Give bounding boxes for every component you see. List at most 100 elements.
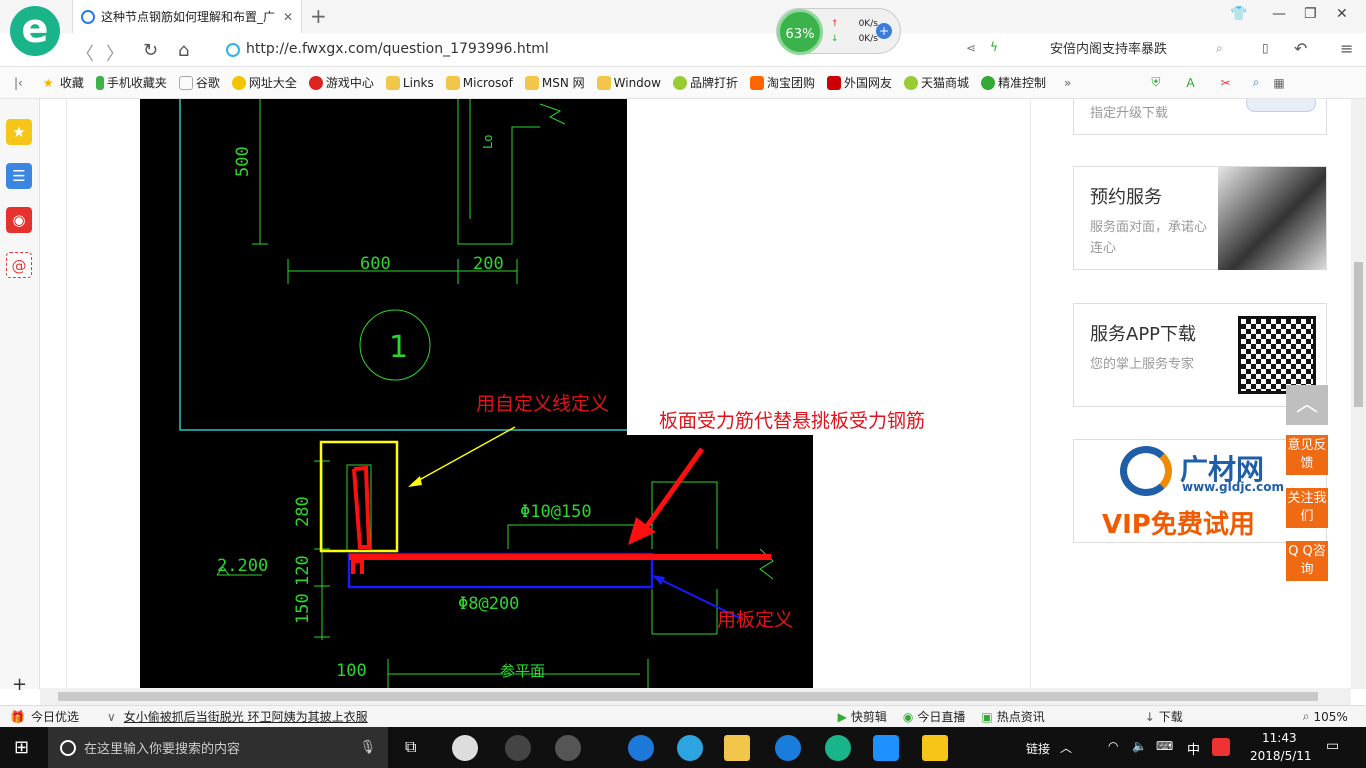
translate-icon[interactable]: A — [1186, 76, 1194, 90]
download-link[interactable]: 下载 — [1159, 708, 1183, 725]
upgrade-toggle[interactable] — [1246, 99, 1316, 112]
bookmark-item[interactable]: 谷歌 — [178, 74, 220, 91]
red-rebar-line — [349, 554, 771, 560]
bookmark-item[interactable]: 品牌打折 — [672, 74, 738, 91]
bookmark-item[interactable]: 手机收藏夹 — [95, 74, 167, 91]
clock-date[interactable]: 2018/5/11 — [1250, 749, 1312, 763]
edge-browser-icon[interactable] — [505, 735, 531, 761]
clock-time[interactable]: 11:43 — [1262, 731, 1297, 745]
minimize-button[interactable]: — — [1272, 6, 1286, 22]
news-ticker[interactable]: 女小偷被抓后当街脱光 环卫阿姨为其披上衣服 — [124, 708, 368, 725]
bookmark-item[interactable]: 外国网友 — [827, 74, 892, 91]
taskbar-link[interactable]: 链接 — [1026, 740, 1050, 757]
back-button[interactable]: 〈 — [76, 40, 94, 66]
edge-icon[interactable] — [628, 735, 654, 761]
bookmark-item[interactable]: 网址大全 — [231, 74, 297, 91]
hot-link[interactable]: 热点资讯 — [997, 708, 1045, 725]
hscroll-thumb[interactable] — [58, 692, 1318, 701]
bookmark-item[interactable]: ★ 收藏 — [43, 74, 84, 91]
back-to-top-button[interactable]: ︿ — [1286, 385, 1328, 425]
scissors-icon[interactable]: ✂ — [1221, 76, 1231, 90]
tab-title: 这种节点钢筋如何理解和布置_广 — [101, 10, 276, 24]
windows-start-icon[interactable]: ⊞ — [14, 737, 29, 758]
bookmark-folder[interactable]: Links — [385, 75, 434, 90]
mail-icon[interactable]: @ — [6, 252, 32, 278]
zoom-level[interactable]: 105% — [1314, 710, 1348, 724]
g-app-icon[interactable] — [775, 735, 801, 761]
keyboard-icon[interactable]: ⌨ — [1156, 739, 1173, 753]
left-sidebar: ★ ☰ ◉ @ + — [0, 99, 40, 695]
kuaijian-link[interactable]: 快剪辑 — [851, 708, 887, 725]
volume-icon[interactable]: 🔈 — [1132, 739, 1147, 753]
tools-search-icon[interactable]: ⌕ — [1253, 75, 1260, 90]
bookmark-collapse-icon[interactable]: |‹ — [14, 76, 23, 90]
new-tab-button[interactable]: + — [310, 4, 327, 28]
browser-tab[interactable]: 这种节点钢筋如何理解和布置_广 ✕ — [72, 0, 302, 33]
chevron-up-icon[interactable]: ︿ — [1060, 739, 1072, 756]
taskbar-search[interactable]: 在这里输入你要搜索的内容 🎙 — [48, 727, 388, 768]
refresh-icon[interactable]: ↻ — [143, 40, 158, 61]
live-icon: ◉ — [902, 709, 914, 724]
weibo-icon[interactable]: ◉ — [6, 207, 32, 233]
app-icon[interactable] — [555, 735, 581, 761]
speed-widget[interactable]: 63% ↑ 0K/s ↓ 0K/s + — [776, 8, 901, 55]
bolt-icon[interactable]: ϟ — [990, 40, 998, 54]
ime-indicator[interactable]: 中 — [1187, 739, 1200, 758]
bookmark-item[interactable]: 游戏中心 — [308, 74, 374, 91]
forward-button[interactable]: 〉 — [106, 40, 124, 66]
home-icon[interactable]: ⌂ — [178, 40, 189, 61]
search-icon[interactable]: ⌕ — [1216, 41, 1223, 56]
feedback-button[interactable]: 意见反馈 — [1286, 435, 1328, 475]
dim-600: 600 — [360, 254, 391, 274]
bookmark-folder[interactable]: Microsof — [445, 75, 513, 90]
undo-icon[interactable]: ↶ — [1294, 39, 1307, 58]
dim-lo: Lo — [481, 135, 495, 149]
bookmark-item[interactable]: 精准控制 — [981, 74, 1046, 91]
plus-app-icon[interactable] — [873, 735, 899, 761]
file-explorer-icon[interactable] — [724, 735, 750, 761]
mobile-icon[interactable]: ▯ — [1262, 41, 1269, 55]
booking-card[interactable]: 预约服务 服务面对面，承诺心连心 — [1073, 166, 1327, 270]
menu-icon[interactable]: ≡ — [1340, 39, 1353, 58]
notes-app-icon[interactable] — [922, 735, 948, 761]
search-input[interactable]: 安倍内阁支持率暴跌 — [1040, 39, 1240, 61]
reader-list-icon[interactable]: ☰ — [6, 163, 32, 189]
add-sidebar-icon[interactable]: + — [12, 674, 27, 695]
app-subtitle: 您的掌上服务专家 — [1090, 357, 1195, 372]
browser-taskbar-icon[interactable] — [825, 735, 851, 761]
close-window-button[interactable]: ✕ — [1336, 6, 1348, 22]
close-tab-icon[interactable]: ✕ — [283, 10, 293, 24]
pinwheel-app-icon[interactable] — [452, 735, 478, 761]
speed-plus-icon[interactable]: + — [876, 23, 892, 39]
shirt-skin-icon[interactable]: 👕 — [1230, 6, 1247, 22]
url-input[interactable]: http://e.fwxgx.com/question_1793996.html — [246, 41, 549, 57]
network-icon[interactable]: ◠ — [1108, 739, 1118, 753]
vertical-scrollbar[interactable] — [1351, 99, 1366, 689]
microphone-icon[interactable]: 🎙 — [359, 740, 376, 755]
follow-button[interactable]: 关注我们 — [1286, 488, 1328, 528]
bookmark-folder[interactable]: Window — [596, 75, 661, 90]
bookmark-item[interactable]: 天猫商城 — [904, 74, 969, 91]
maximize-button[interactable]: ❐ — [1304, 6, 1317, 22]
sogou-icon[interactable] — [1212, 738, 1230, 756]
apps-grid-icon[interactable]: ▦ — [1273, 76, 1284, 90]
address-bar: 〈 〉 ↻ ⌂ http://e.fwxgx.com/question_1793… — [0, 33, 1366, 67]
vscroll-thumb[interactable] — [1354, 262, 1363, 407]
live-link[interactable]: 今日直播 — [917, 708, 965, 725]
taskbar-search-input[interactable]: 在这里输入你要搜索的内容 — [84, 738, 240, 757]
notification-icon[interactable]: ▭ — [1326, 738, 1339, 754]
shield-icon[interactable]: ⛨ — [1151, 75, 1160, 90]
ie-icon[interactable] — [677, 735, 703, 761]
upgrade-card[interactable]: 指定升级下载 — [1073, 99, 1327, 135]
dim-150: 150 — [293, 593, 313, 624]
favorites-star-icon[interactable]: ★ — [6, 119, 32, 145]
bookmark-folder[interactable]: MSN 网 — [524, 74, 585, 91]
horizontal-scrollbar[interactable] — [40, 688, 1351, 705]
today-picks[interactable]: 今日优选 — [31, 708, 79, 725]
more-bookmarks-icon[interactable]: » — [1064, 76, 1071, 90]
task-view-icon[interactable]: ⧉ — [405, 737, 416, 757]
browser-logo[interactable]: e — [10, 6, 60, 56]
bookmark-item[interactable]: 淘宝团购 — [749, 74, 815, 91]
share-icon[interactable]: ⋖ — [966, 41, 976, 55]
qq-button[interactable]: Q Q咨询 — [1286, 541, 1328, 581]
